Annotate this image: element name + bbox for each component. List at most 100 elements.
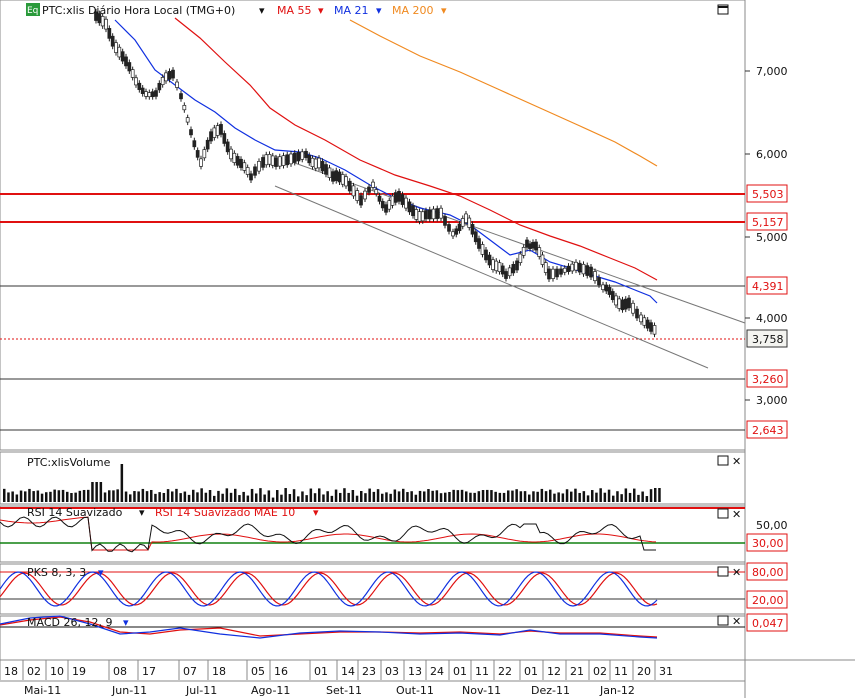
pks-title[interactable]: PKS 8, 3, 3 [27, 566, 86, 579]
volume-bar [511, 490, 514, 502]
candle-body [363, 190, 367, 200]
candle-body [473, 231, 478, 243]
ma55-label[interactable]: MA 55 [277, 4, 312, 17]
ma200-dropdown-icon[interactable]: ▾ [441, 4, 447, 17]
candle-body [407, 201, 412, 213]
volume-bar [347, 492, 350, 502]
candle-body [107, 28, 112, 39]
volume-bar [414, 494, 418, 502]
candle-body [457, 223, 462, 232]
candle-body [257, 161, 261, 172]
volume-bar [586, 495, 590, 502]
volume-bar [385, 492, 388, 502]
date-month-label: Jan-12 [599, 684, 635, 697]
maximize-icon[interactable] [717, 455, 729, 466]
candle-body [164, 72, 168, 82]
volume-bar [229, 492, 233, 502]
volume-bar [242, 491, 245, 502]
date-day-label: 31 [659, 665, 673, 678]
volume-bar [649, 489, 653, 502]
volume-bar [439, 493, 443, 502]
date-day-label: 08 [113, 665, 127, 678]
date-day-label: 02 [27, 665, 41, 678]
volume-bar [179, 493, 182, 502]
volume-bar [313, 493, 317, 502]
volume-bar [570, 491, 573, 502]
level-label-2643: 2,643 [752, 424, 784, 437]
volume-bar [116, 489, 119, 502]
candle-body [477, 238, 481, 249]
volume-bar [246, 495, 250, 502]
candle-body [114, 42, 118, 53]
maximize-icon[interactable] [717, 566, 729, 577]
candle-body [192, 140, 197, 148]
volume-bar [284, 488, 287, 502]
date-axis: 18 02 10 19 08 17 07 18 05 16 01 14 23 03 13 24 01 11 22 01… [0, 660, 745, 697]
candle-body [439, 207, 443, 219]
candle-body [222, 133, 227, 144]
date-month-label: Dez-11 [531, 684, 570, 697]
candle-body [313, 158, 318, 169]
candle-body [635, 308, 639, 319]
close-icon[interactable]: ✕ [732, 508, 741, 521]
volume-bar [465, 491, 468, 502]
maximize-icon[interactable] [717, 508, 729, 519]
close-icon[interactable]: ✕ [732, 455, 741, 468]
candle-body [185, 117, 190, 123]
volume-bar [628, 492, 632, 502]
close-icon[interactable]: ✕ [732, 615, 741, 628]
macd-dropdown-icon[interactable]: ▾ [123, 616, 129, 629]
candle-body [307, 155, 312, 164]
ma21-dropdown-icon[interactable]: ▾ [376, 4, 382, 17]
candle-body [337, 171, 342, 183]
rsi-mae-dropdown-icon[interactable]: ▾ [313, 506, 319, 519]
candle-body [652, 325, 657, 335]
volume-bar [612, 495, 615, 502]
rsi-title[interactable]: RSI 14 Suavizado [27, 506, 123, 519]
ma55-dropdown-icon[interactable]: ▾ [318, 4, 324, 17]
price-tick-label: 4,000 [756, 312, 788, 325]
candle-body [537, 247, 542, 257]
volume-bar [200, 488, 203, 502]
candle-body [274, 157, 278, 167]
candle-body [371, 181, 375, 188]
date-month-label: Ago-11 [251, 684, 290, 697]
volume-bar [221, 493, 224, 502]
candle-body [470, 224, 475, 235]
volume-bar [255, 493, 258, 502]
rsi-mae-title[interactable]: RSI 14 Suavizado MAE 10 [155, 506, 295, 519]
symbol-title[interactable]: PTC:xlis Diário Hora Local (TMG+0) [42, 4, 235, 17]
macd-title[interactable]: MACD 26, 12, 9 [27, 616, 112, 629]
candle-body [377, 195, 382, 202]
candle-body [589, 266, 593, 278]
symbol-dropdown-icon[interactable]: ▾ [259, 4, 265, 17]
ma200-label[interactable]: MA 200 [392, 4, 434, 17]
candle-body [534, 241, 538, 251]
volume-bar [297, 496, 300, 502]
candle-body [515, 260, 519, 271]
candle-body [304, 150, 308, 158]
candle-body [359, 195, 363, 206]
candle-body [559, 268, 563, 275]
candle-body [380, 201, 385, 209]
pks-dropdown-icon[interactable]: ▾ [98, 566, 104, 579]
volume-bar [112, 490, 115, 502]
rsi-tick-label: 50,00 [756, 519, 788, 532]
candle-body [270, 155, 275, 166]
date-day-label: 18 [212, 665, 226, 678]
rsi-dropdown-icon[interactable]: ▾ [139, 506, 145, 519]
pks-level-lo: 20,00 [752, 594, 784, 607]
price-panel[interactable] [0, 0, 746, 451]
date-day-label: 01 [524, 665, 538, 678]
volume-bar [74, 492, 77, 502]
candle-body [411, 205, 415, 217]
candle-body [285, 154, 290, 166]
candle-body [310, 157, 315, 167]
volume-bar [175, 488, 178, 502]
candle-body [225, 141, 230, 153]
maximize-icon[interactable] [717, 615, 729, 626]
candle-body [487, 254, 492, 266]
ma21-label[interactable]: MA 21 [334, 4, 369, 17]
close-icon[interactable]: ✕ [732, 566, 741, 579]
candle-body [555, 268, 559, 278]
